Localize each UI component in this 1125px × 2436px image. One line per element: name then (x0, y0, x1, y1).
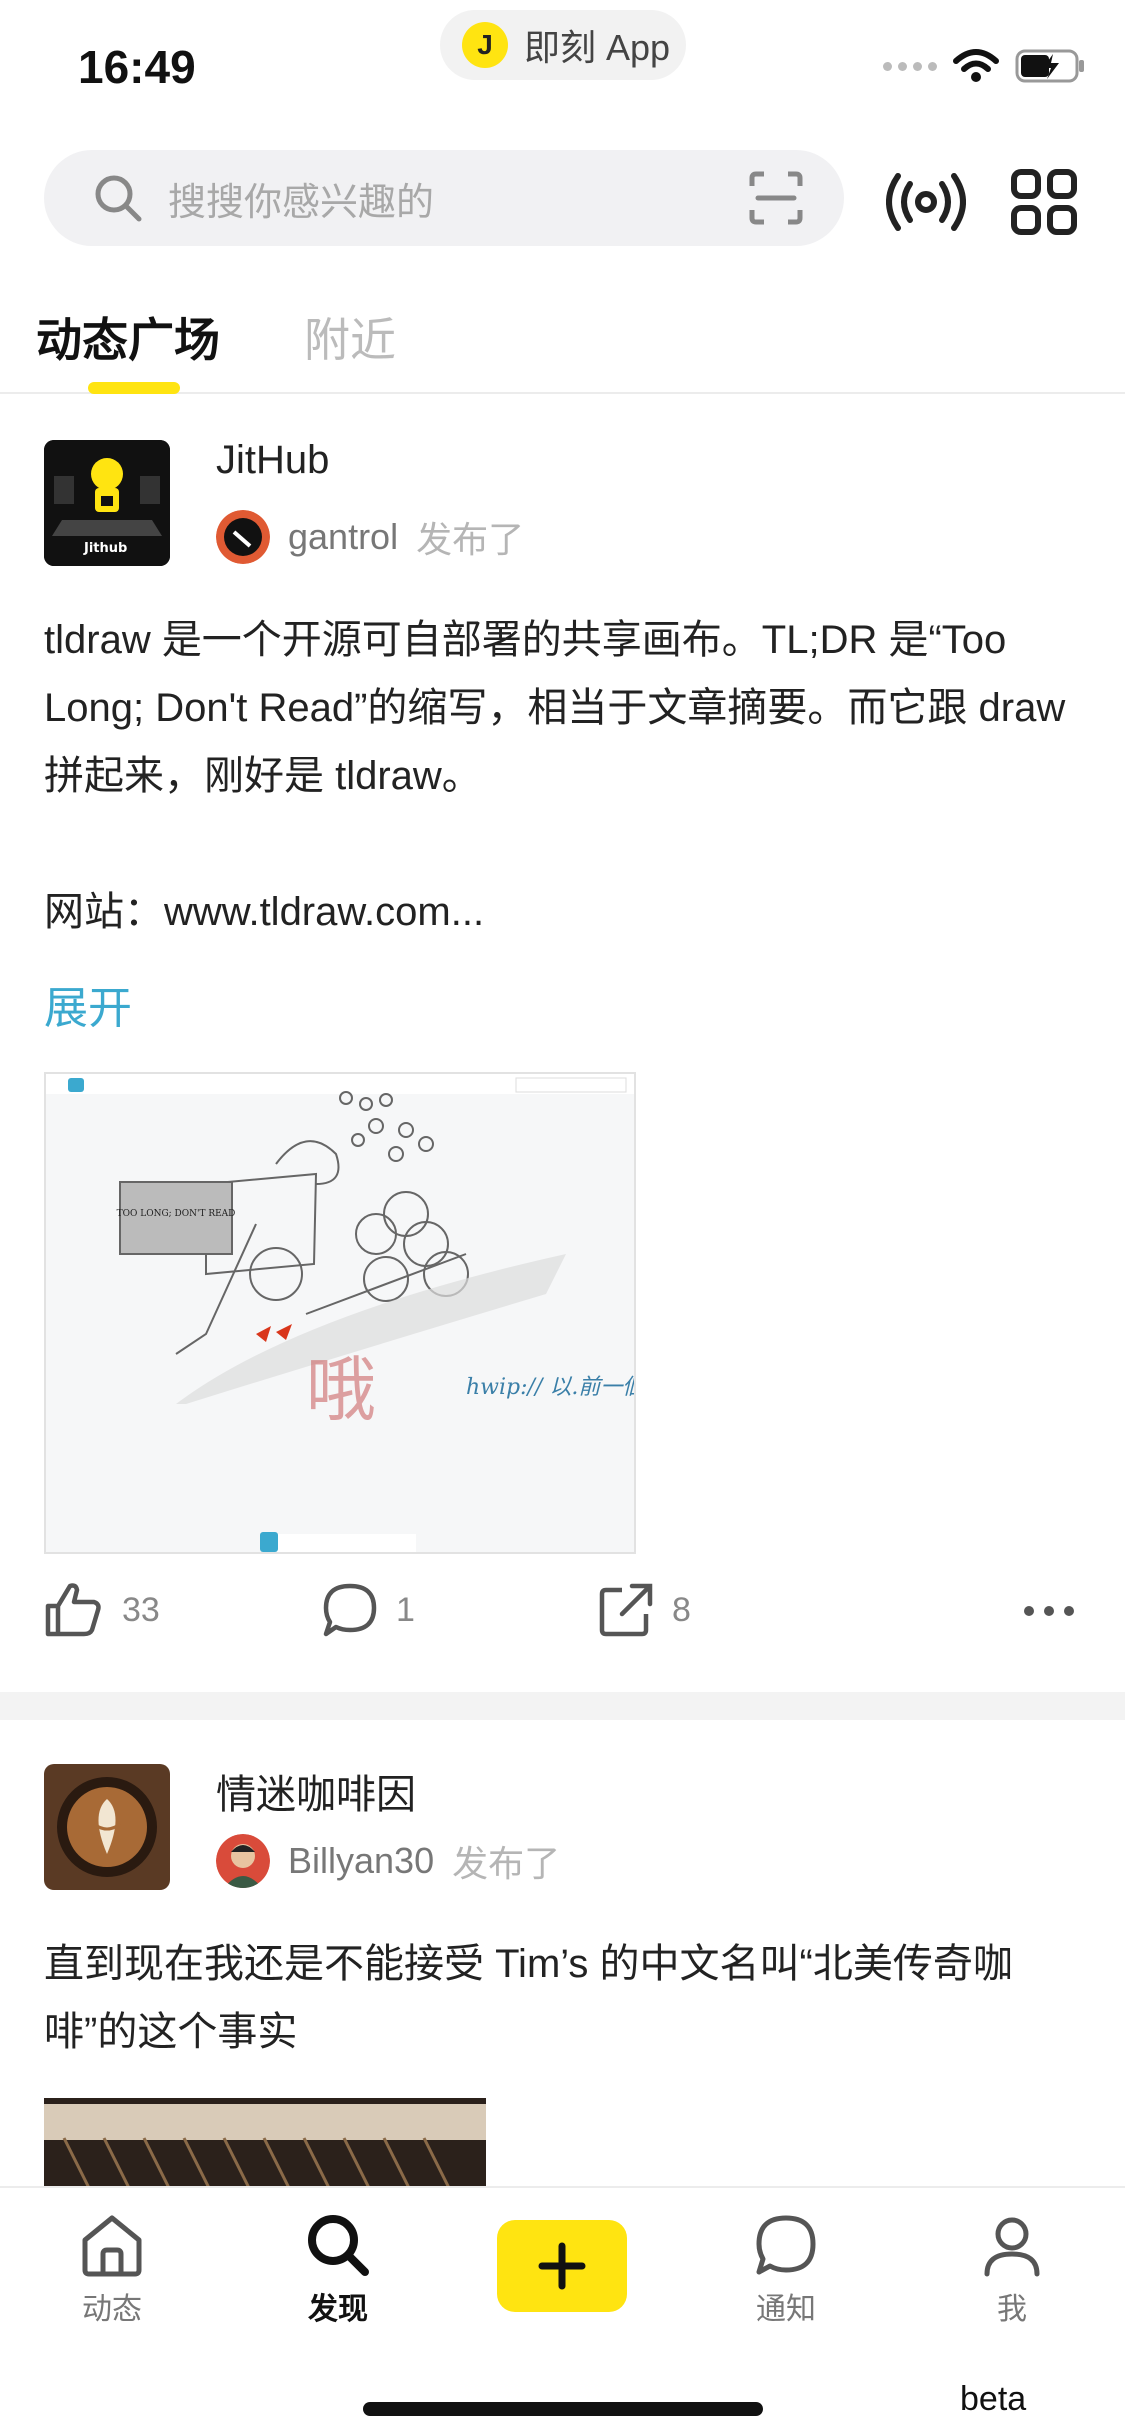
post-actions: 33 1 8 (0, 1582, 1125, 1662)
comment-button[interactable]: 1 (322, 1582, 415, 1638)
status-time: 16:49 (78, 41, 196, 93)
post-text: 直到现在我还是不能接受 Tim’s 的中文名叫“北美传奇咖啡”的这个事实 (44, 1942, 1013, 2054)
post-image[interactable]: TOO LONG; DON'T READ hwip:// 以.前一個 哦 (44, 1072, 636, 1554)
share-icon (599, 1583, 653, 1637)
battery-icon (1015, 49, 1084, 83)
author-name[interactable]: Billyan30 (288, 1840, 434, 1882)
nav-discover[interactable]: 发现 (268, 2212, 408, 2328)
search-placeholder: 搜搜你感兴趣的 (168, 181, 435, 224)
grid-menu-icon[interactable] (1002, 160, 1086, 244)
status-bar: 16:49 J 即刻 App (0, 0, 1125, 135)
share-button[interactable]: 8 (598, 1582, 691, 1638)
bottom-tab-bar: 动态 发现 通知 我 beta (0, 2186, 1125, 2436)
author-avatar[interactable] (216, 1834, 270, 1888)
nav-profile[interactable]: 我 (942, 2212, 1082, 2328)
thumbs-up-icon (45, 1583, 101, 1637)
feed-post[interactable]: 情迷咖啡因 Billyan30 发布了 直到现在我还是不能接受 Tim’s 的中… (0, 1720, 1125, 2186)
search-icon (308, 2215, 369, 2276)
post-topic[interactable]: 情迷咖啡因 (216, 1762, 416, 1820)
home-icon (82, 2215, 142, 2277)
tab-square[interactable]: 动态广场 (36, 304, 220, 370)
more-options-icon[interactable] (1022, 1604, 1076, 1618)
nav-notifications[interactable]: 通知 (716, 2212, 856, 2328)
post-separator (0, 1692, 1125, 1720)
svg-text:哦: 哦 (306, 1349, 376, 1431)
create-post-button[interactable] (497, 2220, 627, 2312)
share-count: 8 (672, 1590, 691, 1629)
search-bar[interactable]: 搜搜你感兴趣的 (44, 150, 844, 246)
post-author-row[interactable]: gantrol 发布了 (216, 510, 524, 564)
profile-icon (984, 2217, 1040, 2277)
feed-post[interactable]: Jithub JitHub gantrol 发布了 tldraw 是一个开源可自… (0, 396, 1125, 1692)
post-image[interactable] (44, 2098, 486, 2186)
image-caption: TOO LONG; DON'T READ (117, 1209, 236, 1219)
home-indicator[interactable] (363, 2402, 763, 2416)
app-name: 即刻 App (524, 27, 671, 68)
post-verb: 发布了 (452, 1843, 561, 1884)
author-name[interactable]: gantrol (288, 516, 398, 558)
like-button[interactable]: 33 (44, 1582, 160, 1638)
author-avatar[interactable] (216, 510, 270, 564)
nav-feed[interactable]: 动态 (42, 2212, 182, 2328)
cellular-signal-icon (883, 61, 937, 71)
post-topic[interactable]: JitHub (216, 438, 329, 483)
topic-avatar[interactable]: Jithub (44, 440, 170, 566)
search-icon (95, 175, 142, 222)
post-author-row[interactable]: Billyan30 发布了 (216, 1834, 560, 1888)
comment-count: 1 (396, 1590, 415, 1629)
image-scribble: hwip:// 以.前一個 (466, 1375, 636, 1400)
post-text: tldraw 是一个开源可自部署的共享画布。TL;DR 是“Too Long; … (44, 618, 1066, 934)
app-indicator-pill[interactable]: J 即刻 App (440, 10, 686, 80)
tab-nearby[interactable]: 附近 (304, 304, 396, 370)
expand-link[interactable]: 展开 (44, 972, 132, 1036)
active-tab-indicator (88, 382, 180, 394)
app-logo-icon: J (462, 22, 508, 68)
topic-avatar[interactable] (44, 1764, 170, 1890)
beta-badge: beta (960, 2380, 1027, 2418)
scan-icon[interactable] (748, 170, 804, 226)
broadcast-icon[interactable] (884, 160, 968, 244)
comment-icon (323, 1583, 377, 1637)
nav-label: 动态 (82, 2293, 142, 2326)
chat-bubble-icon (756, 2215, 816, 2275)
wifi-icon (953, 49, 999, 82)
status-indicators (883, 48, 1087, 84)
nav-label: 我 (997, 2293, 1027, 2326)
svg-text:Jithub: Jithub (83, 541, 127, 556)
nav-label: 发现 (308, 2293, 368, 2326)
feed-tabs: 动态广场 附近 (0, 290, 1125, 394)
like-count: 33 (122, 1590, 160, 1629)
nav-label: 通知 (756, 2293, 816, 2326)
plus-icon (538, 2242, 586, 2290)
post-verb: 发布了 (416, 519, 525, 560)
